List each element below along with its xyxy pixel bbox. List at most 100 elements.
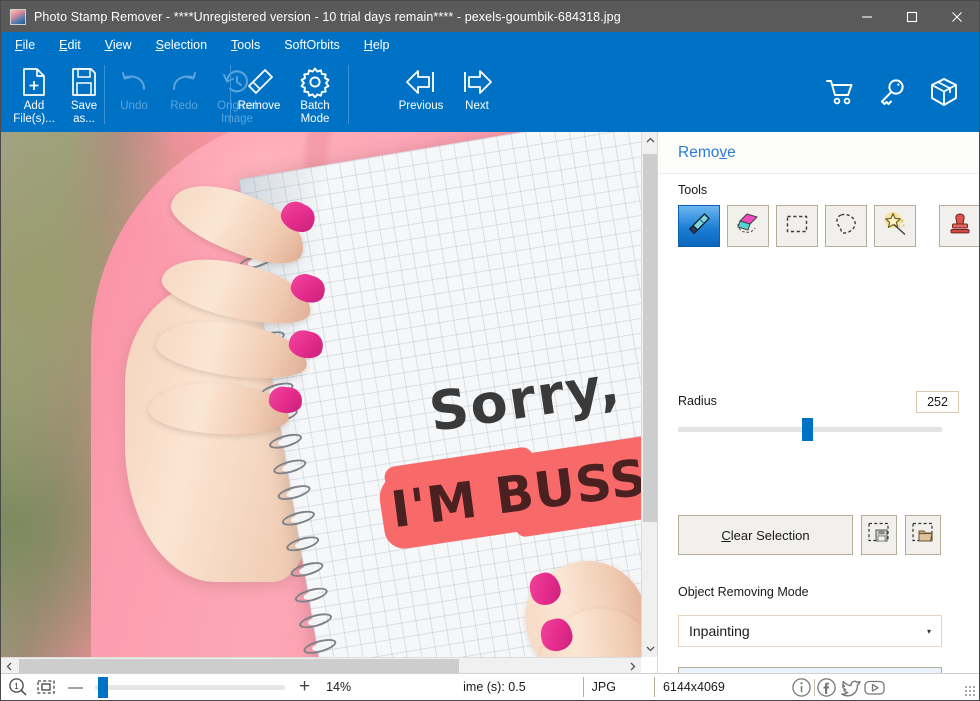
file-format-label: JPG bbox=[591, 680, 616, 694]
zoom-percent-label: 14% bbox=[326, 680, 352, 694]
menu-item-selection[interactable]: Selection bbox=[156, 38, 207, 52]
box-icon[interactable] bbox=[927, 75, 961, 109]
resize-grip[interactable] bbox=[964, 685, 976, 697]
shopping-cart-icon[interactable] bbox=[823, 75, 857, 109]
chevron-right-icon[interactable] bbox=[624, 658, 641, 674]
radius-label: Radius bbox=[678, 394, 717, 408]
photo-image: Sorry, I'M BUSSY bbox=[1, 132, 641, 657]
app-photo-icon bbox=[10, 8, 26, 25]
close-button[interactable] bbox=[934, 1, 979, 32]
undo-arrow-icon bbox=[119, 65, 149, 99]
chevron-left-icon[interactable] bbox=[1, 658, 18, 674]
zoom-in-button[interactable]: + bbox=[299, 676, 310, 698]
tools-row bbox=[678, 205, 979, 247]
status-divider-1 bbox=[582, 677, 584, 697]
window-title: Photo Stamp Remover - ****Unregistered v… bbox=[34, 9, 621, 24]
next-button[interactable]: Next bbox=[449, 57, 505, 132]
load-selection-icon bbox=[911, 521, 935, 550]
tool-lasso-select[interactable] bbox=[825, 205, 867, 247]
tool-stamp[interactable] bbox=[939, 205, 979, 247]
redo-arrow-icon bbox=[169, 65, 199, 99]
magic-wand-icon bbox=[882, 211, 908, 242]
load-selection-button[interactable] bbox=[905, 515, 941, 555]
menu-item-help[interactable]: Help bbox=[364, 38, 390, 52]
social-icons bbox=[790, 675, 887, 699]
object-removing-mode-label: Object Removing Mode bbox=[678, 585, 809, 599]
radius-slider-thumb[interactable] bbox=[802, 418, 813, 441]
tools-label: Tools bbox=[678, 183, 708, 197]
remove-toolbar-button[interactable]: Remove bbox=[231, 57, 287, 132]
previous-button[interactable]: Previous bbox=[393, 57, 449, 132]
save-as-button[interactable]: Save as... bbox=[59, 57, 109, 132]
batch-mode-label: Batch Mode bbox=[300, 100, 330, 125]
image-canvas[interactable]: Sorry, I'M BUSSY bbox=[1, 132, 641, 657]
zoom-out-button[interactable]: — bbox=[68, 679, 83, 696]
stamp-icon bbox=[947, 211, 973, 242]
lasso-select-icon bbox=[833, 211, 859, 242]
status-divider-2 bbox=[653, 677, 655, 697]
object-removing-mode-select[interactable]: Inpainting ▾ bbox=[678, 615, 942, 647]
arrow-left-icon bbox=[403, 65, 439, 99]
batch-mode-button[interactable]: Batch Mode bbox=[287, 57, 343, 132]
arrow-right-icon bbox=[459, 65, 495, 99]
tool-marker-brush[interactable] bbox=[678, 205, 720, 247]
vertical-scroll-thumb[interactable] bbox=[643, 154, 657, 522]
remove-panel: Remove Tools Radius 252 C lear Selection… bbox=[657, 132, 979, 700]
redo-button[interactable]: Redo bbox=[159, 57, 209, 132]
status-bar: 1 — + 14% ime (s): 0.5 JPG 6144x4069 bbox=[1, 673, 979, 700]
horizontal-scroll-thumb[interactable] bbox=[19, 659, 459, 673]
undo-label: Undo bbox=[120, 100, 148, 112]
zoom-slider-track[interactable] bbox=[95, 676, 285, 698]
document-add-icon bbox=[20, 65, 48, 99]
redo-label: Redo bbox=[170, 100, 198, 112]
chevron-up-icon[interactable] bbox=[642, 132, 658, 149]
save-selection-button[interactable] bbox=[861, 515, 897, 555]
chevron-down-icon: ▾ bbox=[926, 626, 931, 636]
menu-item-view[interactable]: View bbox=[105, 38, 132, 52]
title-bar: Photo Stamp Remover - ****Unregistered v… bbox=[1, 1, 979, 32]
menu-item-softorbits[interactable]: SoftOrbits bbox=[284, 38, 340, 52]
remove-toolbar-label: Remove bbox=[237, 100, 281, 112]
youtube-icon[interactable] bbox=[863, 675, 887, 699]
canvas-vertical-scrollbar[interactable] bbox=[641, 132, 657, 657]
save-selection-icon bbox=[867, 521, 891, 550]
menu-item-file[interactable]: FFileile bbox=[15, 38, 35, 52]
mode-value: Inpainting bbox=[689, 623, 750, 639]
gear-icon bbox=[299, 65, 331, 99]
save-as-label: Save as... bbox=[70, 100, 98, 125]
toolbar-right-icons bbox=[823, 75, 961, 109]
fit-to-window-icon[interactable] bbox=[34, 675, 58, 699]
maximize-button[interactable] bbox=[889, 1, 934, 32]
rectangle-select-icon bbox=[784, 211, 810, 242]
menu-item-edit[interactable]: Edit bbox=[59, 38, 81, 52]
eraser-icon bbox=[243, 65, 275, 99]
window-controls bbox=[844, 1, 979, 32]
next-label: Next bbox=[465, 100, 489, 112]
panel-header: Remove bbox=[658, 132, 979, 174]
undo-button[interactable]: Undo bbox=[109, 57, 159, 132]
tool-eraser[interactable] bbox=[727, 205, 769, 247]
menu-item-tools[interactable]: Tools bbox=[231, 38, 260, 52]
minimize-button[interactable] bbox=[844, 1, 889, 32]
tool-magic-wand[interactable] bbox=[874, 205, 916, 247]
twitter-bird-icon[interactable] bbox=[839, 675, 863, 699]
menu-bar: FFileile Edit View Selection Tools SoftO… bbox=[1, 32, 979, 57]
application-window: Photo Stamp Remover - ****Unregistered v… bbox=[0, 0, 980, 701]
main-toolbar: Add File(s)... Save as... Undo Redo Orig… bbox=[1, 57, 979, 132]
zoom-actual-size-icon[interactable]: 1 bbox=[6, 675, 30, 699]
radius-input[interactable]: 252 bbox=[916, 391, 959, 413]
add-files-button[interactable]: Add File(s)... bbox=[9, 57, 59, 132]
add-files-label: Add File(s)... bbox=[13, 100, 55, 125]
chevron-down-icon[interactable] bbox=[642, 640, 658, 657]
eraser-tool-icon bbox=[735, 211, 761, 242]
key-icon[interactable] bbox=[875, 75, 909, 109]
info-circle-icon[interactable] bbox=[790, 675, 814, 699]
canvas-horizontal-scrollbar[interactable] bbox=[1, 657, 641, 673]
tool-rectangle-select[interactable] bbox=[776, 205, 818, 247]
toolbar-separator-1 bbox=[104, 65, 105, 124]
zoom-slider-thumb[interactable] bbox=[98, 676, 108, 698]
image-dimensions-label: 6144x4069 bbox=[662, 680, 725, 694]
clear-selection-button[interactable]: Clear Selection bbox=[678, 515, 853, 555]
facebook-icon[interactable] bbox=[815, 675, 839, 699]
floppy-save-icon bbox=[70, 65, 98, 99]
